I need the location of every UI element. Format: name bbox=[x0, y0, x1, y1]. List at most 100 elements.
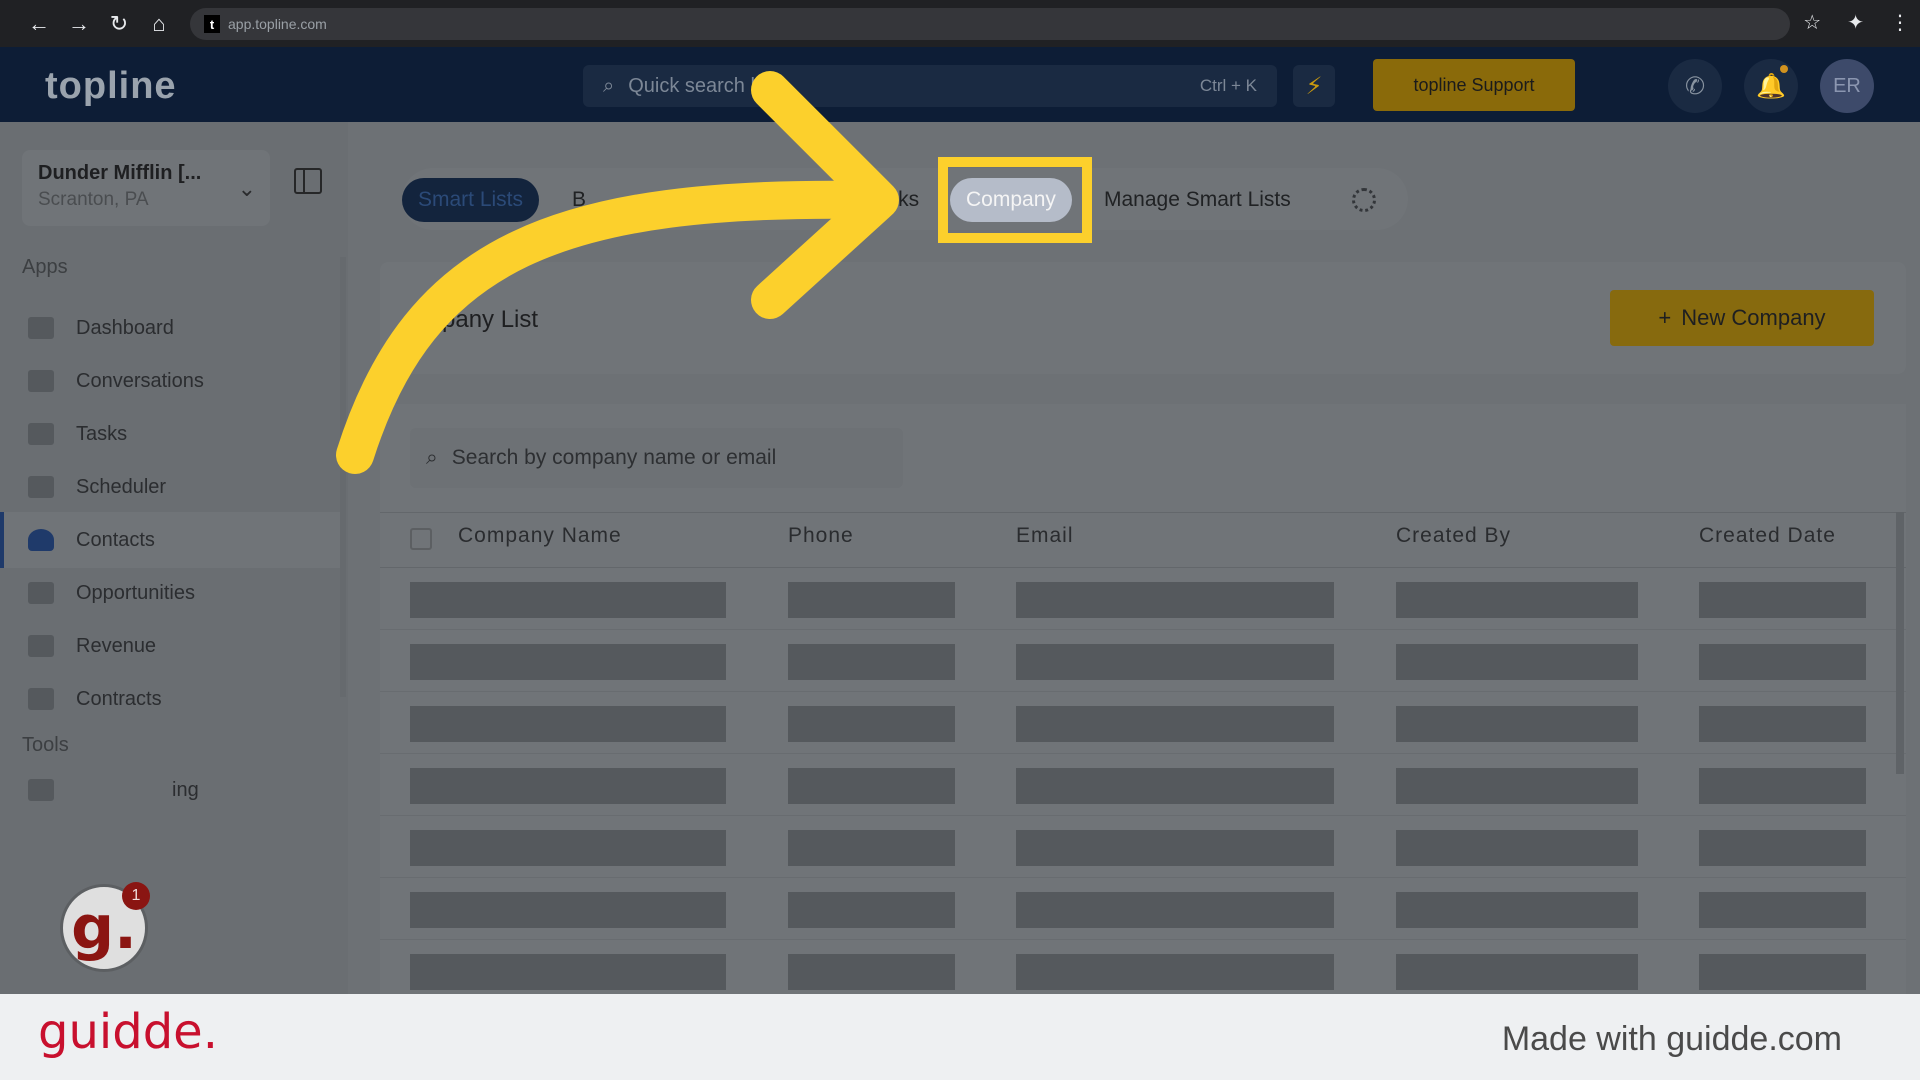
column-header-created-date[interactable]: Created Date bbox=[1699, 524, 1836, 548]
skeleton-cell bbox=[1016, 892, 1334, 928]
skeleton-cell bbox=[788, 644, 955, 680]
sidebar-item-label: Contacts bbox=[76, 528, 155, 551]
bookmark-star-icon[interactable]: ☆ bbox=[1803, 10, 1821, 35]
sidebar-item-tasks[interactable]: Tasks bbox=[0, 406, 340, 462]
select-all-checkbox[interactable] bbox=[410, 528, 432, 550]
calendar-icon bbox=[28, 476, 54, 498]
url-text[interactable]: app.topline.com bbox=[228, 16, 327, 32]
skeleton-cell bbox=[1396, 892, 1638, 928]
skeleton-cell bbox=[1699, 892, 1866, 928]
reload-icon[interactable]: ↻ bbox=[106, 11, 132, 37]
table-scrollbar[interactable] bbox=[1896, 512, 1904, 774]
search-icon: ⌕ bbox=[603, 74, 615, 97]
company-search-placeholder: Search by company name or email bbox=[451, 446, 777, 469]
skeleton-cell bbox=[410, 954, 726, 990]
lightning-icon[interactable]: ⚡ bbox=[1293, 65, 1335, 107]
browser-toolbar: ← → ↻ ⌂ t app.topline.com ☆ ✦ ⋮ bbox=[0, 0, 1920, 47]
table-row bbox=[380, 692, 1906, 754]
skeleton-cell bbox=[1396, 644, 1638, 680]
table-row bbox=[380, 878, 1906, 940]
extensions-icon[interactable]: ✦ bbox=[1847, 10, 1864, 35]
skeleton-cell bbox=[1016, 582, 1334, 618]
address-bar[interactable]: t app.topline.com bbox=[190, 8, 1790, 40]
browser-actions: ☆ ✦ ⋮ bbox=[1803, 10, 1910, 35]
megaphone-icon bbox=[28, 779, 54, 801]
phone-icon[interactable]: ✆ bbox=[1668, 59, 1722, 113]
skeleton-cell bbox=[1396, 768, 1638, 804]
skeleton-cell bbox=[1699, 582, 1866, 618]
sidebar-item-label: Contracts bbox=[76, 687, 162, 710]
table-row bbox=[380, 940, 1906, 1002]
sidebar-scrollbar[interactable] bbox=[340, 257, 346, 697]
sidebar-collapse-icon[interactable] bbox=[294, 168, 322, 194]
column-header-created-by[interactable]: Created By bbox=[1396, 524, 1511, 548]
skeleton-cell bbox=[1396, 582, 1638, 618]
location-subtitle: Scranton, PA bbox=[38, 189, 149, 210]
skeleton-cell bbox=[410, 830, 726, 866]
sidebar-item-dashboard[interactable]: Dashboard bbox=[0, 300, 340, 356]
tab-tasks[interactable]: asks bbox=[876, 178, 919, 222]
skeleton-cell bbox=[1699, 644, 1866, 680]
skeleton-cell bbox=[1016, 768, 1334, 804]
back-icon[interactable]: ← bbox=[26, 11, 52, 37]
skeleton-cell bbox=[410, 892, 726, 928]
guidde-footer: guidde. Made with guidde.com bbox=[0, 994, 1920, 1080]
company-search-input[interactable]: ⌕ Search by company name or email bbox=[410, 428, 903, 488]
contracts-icon bbox=[28, 688, 54, 710]
tools-section-label: Tools bbox=[22, 734, 69, 756]
browser-menu-icon[interactable]: ⋮ bbox=[1890, 10, 1910, 35]
skeleton-cell bbox=[1016, 644, 1334, 680]
skeleton-cell bbox=[788, 830, 955, 866]
skeleton-cell bbox=[1699, 954, 1866, 990]
table-row bbox=[380, 754, 1906, 816]
skeleton-cell bbox=[410, 768, 726, 804]
revenue-icon bbox=[28, 635, 54, 657]
guidde-logo: guidde. bbox=[38, 1004, 218, 1060]
skeleton-cell bbox=[1699, 830, 1866, 866]
dashboard-icon bbox=[28, 317, 54, 339]
quick-search-input[interactable]: ⌕ Quick search here Ctrl + K bbox=[583, 65, 1277, 107]
table-row bbox=[380, 816, 1906, 878]
new-company-button[interactable]: + New Company bbox=[1610, 290, 1874, 346]
table-row bbox=[380, 630, 1906, 692]
sidebar-item-revenue[interactable]: Revenue bbox=[0, 618, 340, 674]
skeleton-cell bbox=[410, 706, 726, 742]
support-button[interactable]: topline Support bbox=[1373, 59, 1575, 111]
tab-bulk-actions[interactable]: B bbox=[572, 178, 586, 222]
sidebar-item-scheduler[interactable]: Scheduler bbox=[0, 459, 340, 515]
sidebar-item-label: Conversations bbox=[76, 369, 204, 392]
table-row bbox=[380, 568, 1906, 630]
skeleton-cell bbox=[1396, 954, 1638, 990]
skeleton-cell bbox=[1016, 954, 1334, 990]
guidde-badge-count: 1 bbox=[122, 882, 150, 910]
conversations-icon bbox=[28, 370, 54, 392]
forward-icon[interactable]: → bbox=[66, 11, 92, 37]
made-with-text: Made with guidde.com bbox=[1501, 1020, 1842, 1058]
location-switcher[interactable]: Dunder Mifflin [... Scranton, PA ⌄ bbox=[22, 150, 270, 226]
column-header-email[interactable]: Email bbox=[1016, 524, 1074, 548]
notifications-bell-icon[interactable]: 🔔 bbox=[1744, 59, 1798, 113]
tab-smart-lists[interactable]: Smart Lists bbox=[402, 178, 540, 222]
column-header-phone[interactable]: Phone bbox=[788, 524, 854, 548]
skeleton-cell bbox=[1396, 706, 1638, 742]
column-header-company-name[interactable]: Company Name bbox=[458, 524, 622, 548]
user-avatar[interactable]: ER bbox=[1820, 59, 1874, 113]
sidebar-item-label: Revenue bbox=[76, 634, 157, 657]
home-icon[interactable]: ⌂ bbox=[146, 11, 172, 37]
tab-manage-smart-lists[interactable]: Manage Smart Lists bbox=[1104, 178, 1291, 222]
sidebar-item-label: Tasks bbox=[76, 422, 128, 445]
sidebar-item-marketing[interactable]: ing bbox=[0, 762, 340, 818]
settings-gear-icon[interactable] bbox=[1352, 188, 1376, 212]
topline-logo[interactable]: topline bbox=[45, 65, 177, 108]
apps-section-label: Apps bbox=[22, 256, 68, 278]
skeleton-cell bbox=[1699, 706, 1866, 742]
sidebar-item-contracts[interactable]: Contracts bbox=[0, 671, 340, 727]
sidebar-item-conversations[interactable]: Conversations bbox=[0, 353, 340, 409]
sidebar-item-opportunities[interactable]: Opportunities bbox=[0, 565, 340, 621]
opportunities-icon bbox=[28, 582, 54, 604]
sidebar-item-label: ing bbox=[172, 778, 199, 801]
sidebar-item-label: Dashboard bbox=[76, 316, 174, 339]
skeleton-cell bbox=[410, 644, 726, 680]
skeleton-cell bbox=[788, 768, 955, 804]
sidebar-item-contacts[interactable]: Contacts bbox=[0, 512, 340, 568]
